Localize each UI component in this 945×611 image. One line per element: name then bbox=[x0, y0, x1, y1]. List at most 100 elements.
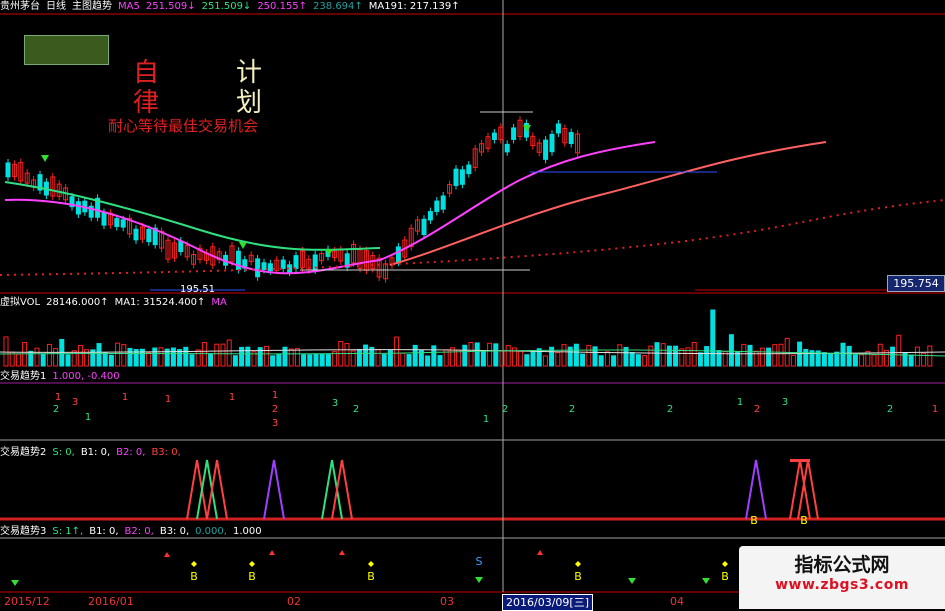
trend-digit: 3 bbox=[72, 397, 78, 408]
low-price-label: 195.51 bbox=[180, 284, 215, 295]
down-arrow-icon bbox=[628, 578, 636, 584]
ma-salmon-line bbox=[389, 141, 827, 266]
stock-chart[interactable]: B B B B BSB B1 3211 1 1 1233212 2 21232 1 bbox=[0, 0, 945, 609]
volume-bar bbox=[381, 354, 387, 367]
volume-bar bbox=[542, 355, 548, 367]
volume-bar bbox=[22, 342, 28, 367]
volume-bar bbox=[301, 354, 307, 367]
down-arrow-icon bbox=[239, 242, 247, 249]
volume-bar bbox=[648, 345, 654, 367]
volume-bar bbox=[580, 353, 586, 367]
candlestick bbox=[504, 143, 510, 153]
volume-bar bbox=[102, 352, 108, 367]
volume-bar bbox=[276, 353, 282, 367]
x-axis-label-3: 02 bbox=[287, 595, 301, 608]
candlestick bbox=[543, 139, 549, 160]
buy-signal-label: B bbox=[574, 570, 582, 583]
candlestick bbox=[549, 133, 555, 153]
trend-digit: 2 bbox=[502, 404, 508, 415]
volume-bar bbox=[65, 354, 71, 367]
volume-bar bbox=[766, 347, 772, 367]
buy-signal-diamond bbox=[191, 561, 197, 567]
buy-signal-diamond bbox=[575, 561, 581, 567]
trend-plateau bbox=[790, 459, 810, 462]
down-arrow-icon bbox=[41, 155, 49, 162]
volume-bar bbox=[480, 351, 486, 367]
volume-bar bbox=[710, 309, 716, 367]
volume-bar bbox=[468, 341, 474, 367]
volume-bar bbox=[704, 346, 710, 367]
trend-digit: 2 bbox=[53, 404, 59, 415]
volume-bar bbox=[170, 347, 176, 367]
volume-bar bbox=[834, 351, 840, 367]
candlestick bbox=[568, 132, 574, 145]
candlestick bbox=[261, 262, 267, 270]
volume-bar bbox=[40, 353, 46, 367]
volume-bar bbox=[425, 355, 431, 367]
up-arrow-icon bbox=[269, 550, 275, 555]
trend-digit: 2 bbox=[569, 404, 575, 415]
candlestick bbox=[491, 132, 497, 140]
candlestick bbox=[133, 228, 139, 241]
volume-bar bbox=[617, 344, 623, 367]
volume-bar bbox=[573, 343, 579, 367]
selected-date-label: 2016/03/09[三] bbox=[502, 594, 593, 611]
volume-bar bbox=[635, 354, 641, 367]
volume-bar bbox=[344, 343, 350, 367]
trend-digit: 3 bbox=[272, 418, 278, 429]
volume-bar bbox=[505, 345, 511, 367]
volume-bar bbox=[518, 350, 524, 367]
watermark-url: www.zbgs3.com bbox=[775, 577, 909, 593]
trend-digit: 1 bbox=[737, 397, 743, 408]
trend-triangle bbox=[196, 459, 218, 520]
candlestick bbox=[427, 211, 433, 221]
buy-signal-diamond bbox=[722, 561, 728, 567]
volume-bar bbox=[586, 345, 592, 367]
volume-bar bbox=[208, 353, 214, 367]
volume-bar bbox=[319, 353, 325, 367]
volume-bar bbox=[146, 352, 152, 367]
trend-digit: 1 bbox=[483, 414, 489, 425]
buy-signal-label: B bbox=[190, 570, 198, 583]
volume-bar bbox=[127, 347, 133, 367]
candlestick bbox=[421, 218, 427, 236]
volume-bar bbox=[226, 339, 232, 367]
volume-bar bbox=[462, 344, 468, 367]
volume-bar bbox=[412, 344, 418, 367]
trend-digit: 2 bbox=[272, 404, 278, 415]
x-axis-label-5: 04 bbox=[670, 595, 684, 608]
volume-bar bbox=[189, 354, 195, 367]
trend-digit: 2 bbox=[353, 404, 359, 415]
volume-bar bbox=[263, 345, 269, 367]
volume-bar bbox=[852, 354, 858, 367]
candlestick bbox=[5, 162, 11, 178]
volume-bar bbox=[697, 352, 703, 367]
volume-bar bbox=[375, 349, 381, 367]
trend-triangle bbox=[321, 459, 343, 520]
candlestick bbox=[293, 255, 299, 269]
volume-bar bbox=[487, 342, 493, 367]
volume-bar bbox=[914, 346, 920, 367]
candlestick bbox=[555, 123, 561, 134]
candlestick bbox=[511, 127, 517, 140]
volume-bar bbox=[896, 334, 902, 367]
trend-digit: 1 bbox=[55, 392, 61, 403]
volume-bar bbox=[561, 344, 567, 367]
candlestick bbox=[466, 164, 472, 175]
volume-bar bbox=[772, 344, 778, 367]
volume-bar bbox=[890, 346, 896, 367]
volume-bar bbox=[908, 354, 914, 367]
candlestick bbox=[101, 212, 107, 226]
volume-bar bbox=[660, 343, 666, 367]
volume-bar bbox=[598, 355, 604, 367]
volume-bar bbox=[437, 355, 443, 367]
candlestick bbox=[280, 259, 286, 269]
volume-bar bbox=[34, 347, 40, 367]
buy-signal-label: B bbox=[367, 570, 375, 583]
volume-bar bbox=[183, 346, 189, 367]
buy-signal-diamond bbox=[249, 561, 255, 567]
up-arrow-icon bbox=[537, 550, 543, 555]
down-arrow-icon bbox=[11, 580, 19, 586]
candlestick bbox=[267, 263, 273, 272]
candlestick bbox=[395, 246, 401, 263]
